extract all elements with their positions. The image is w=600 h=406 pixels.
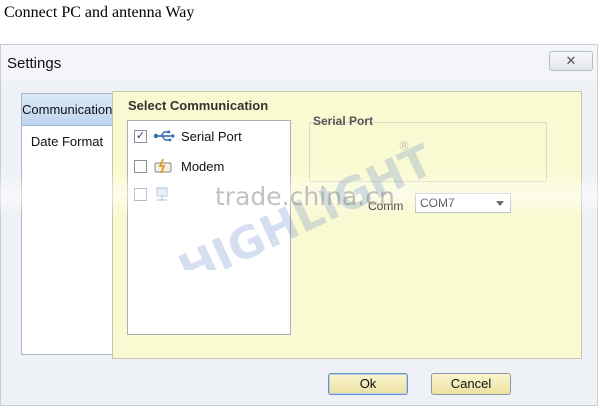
cancel-button[interactable]: Cancel — [431, 373, 511, 395]
comm-port-select[interactable]: COM7 — [415, 193, 511, 213]
usb-icon — [153, 130, 175, 142]
list-item-modem[interactable]: Modem — [134, 155, 224, 177]
settings-dialog: Settings ✕ Communication Date Format Sel… — [0, 44, 598, 406]
chevron-down-icon — [496, 201, 504, 206]
close-icon: ✕ — [565, 53, 577, 68]
network-checkbox[interactable] — [134, 187, 147, 201]
serial-port-label: Serial Port — [181, 128, 242, 144]
communication-listbox: ✓ Serial Port Modem — [127, 120, 291, 335]
modem-checkbox[interactable] — [134, 159, 147, 173]
comm-port-value: COM7 — [420, 196, 455, 210]
close-button[interactable]: ✕ — [549, 51, 593, 71]
communication-panel: Select Communication ✓ Serial Port Modem… — [112, 91, 582, 359]
dialog-titlebar[interactable]: Settings ✕ — [1, 45, 597, 81]
comm-label: Comm — [368, 199, 404, 213]
list-item-network[interactable] — [134, 183, 181, 205]
modem-icon — [154, 158, 172, 174]
serial-port-group — [309, 122, 547, 182]
modem-label: Modem — [181, 158, 225, 174]
settings-tabs: Communication Date Format — [21, 93, 113, 355]
serial-port-checkbox[interactable]: ✓ — [134, 129, 147, 143]
dialog-title: Settings — [7, 55, 62, 72]
page-caption: Connect PC and antenna Way — [4, 4, 195, 21]
ok-button[interactable]: Ok — [328, 373, 408, 395]
tab-date-format[interactable]: Date Format — [22, 126, 112, 158]
list-item-serial-port[interactable]: ✓ Serial Port — [134, 125, 242, 147]
serial-port-group-title: Serial Port — [313, 114, 374, 128]
network-icon — [156, 187, 168, 201]
tab-communication[interactable]: Communication — [22, 94, 112, 126]
select-communication-title: Select Communication — [128, 98, 269, 113]
